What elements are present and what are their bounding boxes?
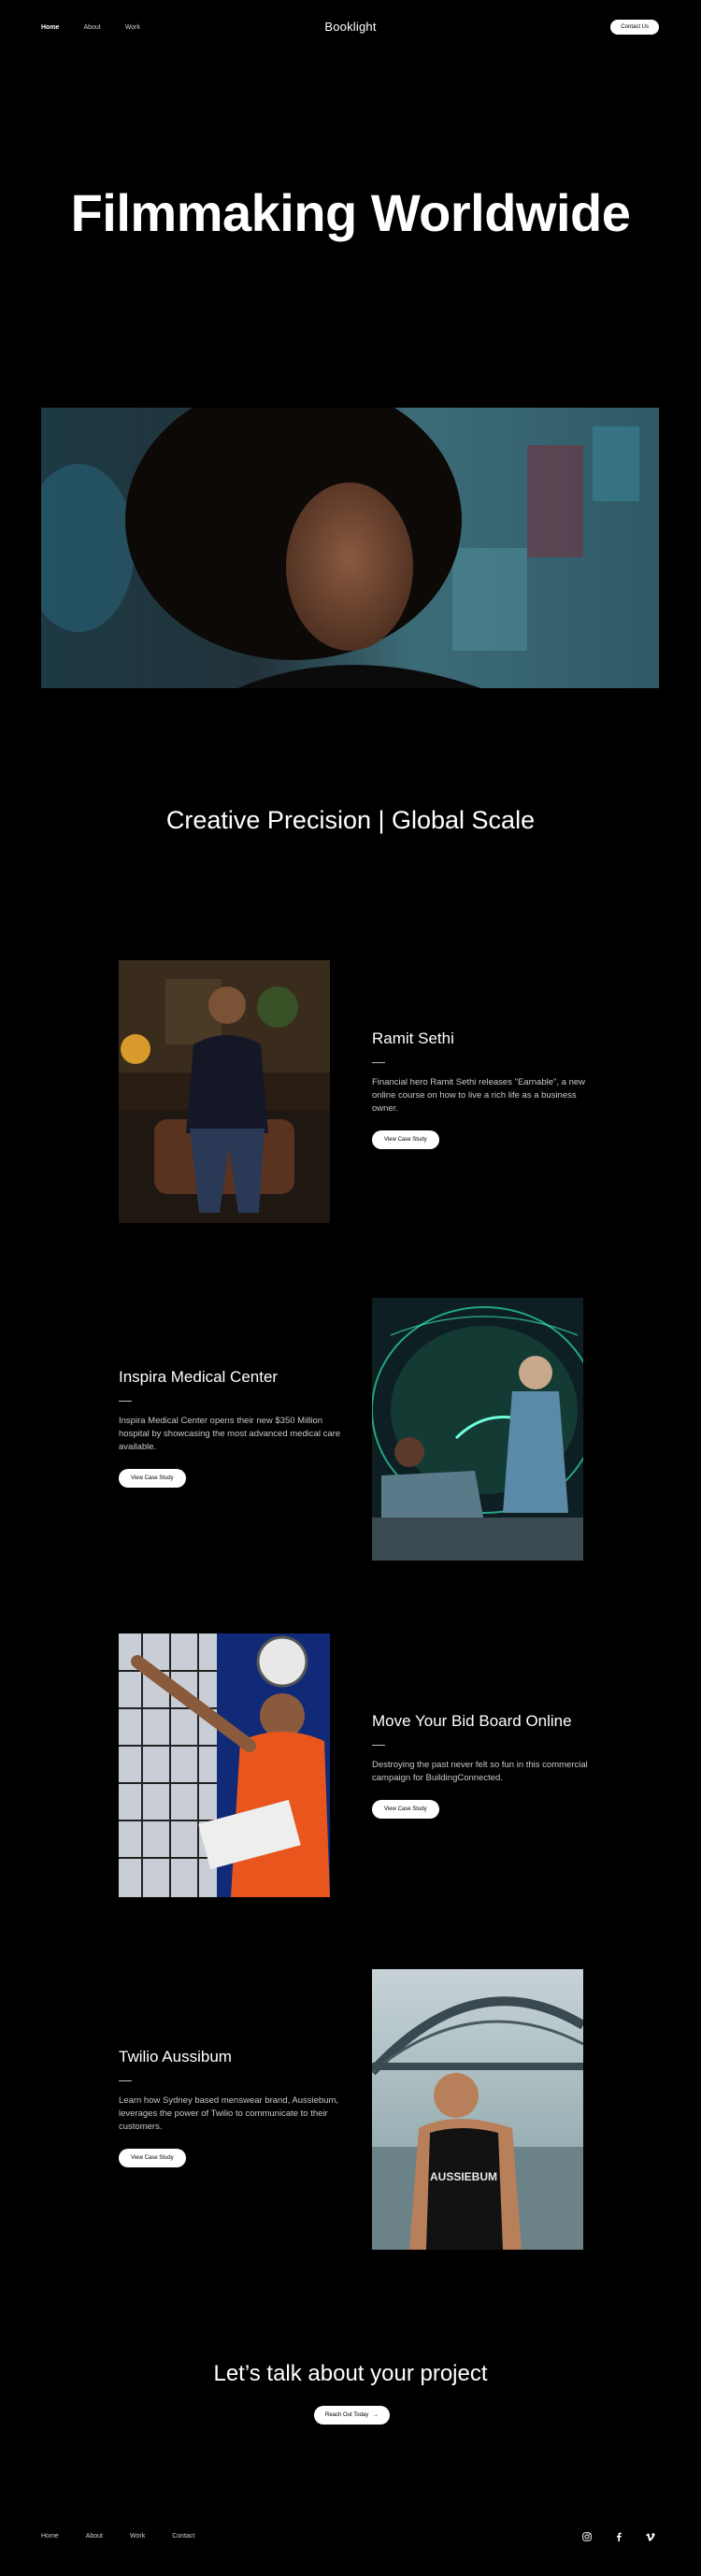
footer-nav-work[interactable]: Work xyxy=(130,2533,145,2540)
case-ramit-sethi: Ramit Sethi Financial hero Ramit Sethi r… xyxy=(372,1029,596,1149)
view-case-study-button[interactable]: View Case Study xyxy=(119,1469,186,1488)
divider xyxy=(372,1745,385,1746)
site-logo[interactable]: Booklight xyxy=(0,20,701,34)
case-title: Ramit Sethi xyxy=(372,1029,454,1047)
arrow-right-icon: → xyxy=(372,2412,379,2418)
case-twilio-aussibum: Twilio Aussibum Learn how Sydney based m… xyxy=(119,2047,343,2167)
case-title: Twilio Aussibum xyxy=(119,2048,232,2065)
instagram-icon[interactable] xyxy=(581,2531,593,2542)
case-image-ramit-sethi[interactable] xyxy=(119,960,330,1223)
social-links xyxy=(581,2531,656,2542)
hero-title: Filmmaking Worldwide xyxy=(70,183,631,242)
divider xyxy=(119,2080,132,2081)
case-image-inspira[interactable] xyxy=(372,1298,583,1561)
case-image-bid-board[interactable] xyxy=(119,1633,330,1897)
reach-out-button[interactable]: Reach Out Today → xyxy=(314,2406,390,2425)
case-description: Inspira Medical Center opens their new $… xyxy=(119,1416,341,1452)
case-title: Inspira Medical Center xyxy=(119,1368,279,1386)
footer-nav-home[interactable]: Home xyxy=(41,2533,59,2540)
contact-us-button[interactable]: Contact Us xyxy=(610,20,659,35)
footer-nav-contact[interactable]: Contact xyxy=(172,2533,194,2540)
vimeo-icon[interactable] xyxy=(645,2531,656,2542)
cta-title: Let’s talk about your project xyxy=(213,2361,488,2386)
footer-nav: Home About Work Contact xyxy=(41,2533,222,2540)
view-case-study-button[interactable]: View Case Study xyxy=(119,2149,186,2167)
case-description: Learn how Sydney based menswear brand, A… xyxy=(119,2095,338,2132)
case-inspira-medical-center: Inspira Medical Center Inspira Medical C… xyxy=(119,1367,343,1488)
case-title: Move Your Bid Board Online xyxy=(372,1712,572,1730)
case-bid-board: Move Your Bid Board Online Destroying th… xyxy=(372,1711,596,1819)
hero-image xyxy=(41,408,659,688)
shirt-text: AUSSIEBUM xyxy=(430,2170,497,2183)
site-header: Home About Work Booklight Contact Us xyxy=(0,0,701,56)
case-description: Financial hero Ramit Sethi releases "Ear… xyxy=(372,1077,585,1114)
view-case-study-button[interactable]: View Case Study xyxy=(372,1130,439,1149)
view-case-study-button[interactable]: View Case Study xyxy=(372,1800,439,1819)
case-description: Destroying the past never felt so fun in… xyxy=(372,1760,588,1783)
reach-out-label: Reach Out Today xyxy=(325,2412,369,2418)
case-image-aussibum[interactable]: AUSSIEBUM xyxy=(372,1969,583,2250)
divider xyxy=(372,1062,385,1063)
footer-nav-about[interactable]: About xyxy=(86,2533,103,2540)
tagline: Creative Precision | Global Scale xyxy=(165,806,536,834)
divider xyxy=(119,1401,132,1402)
facebook-icon[interactable] xyxy=(613,2531,624,2542)
